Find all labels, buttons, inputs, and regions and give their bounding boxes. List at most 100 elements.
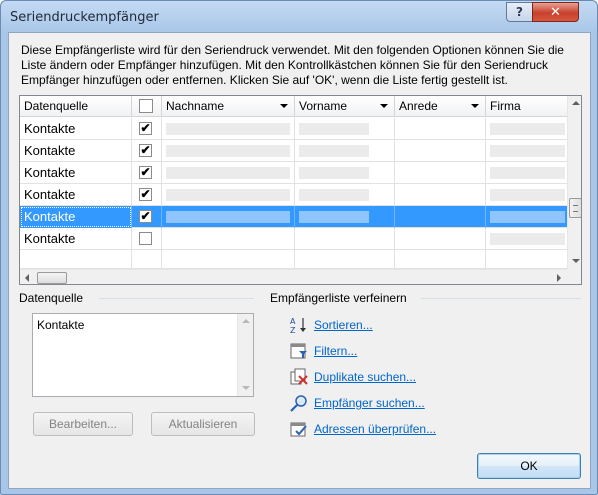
table-row[interactable]: Kontakte ✔: [20, 184, 567, 206]
nachname-cell: [162, 140, 295, 162]
grid-header: Datenquelle Nachname Vorname Anrede Firm…: [20, 96, 567, 117]
datasource-list[interactable]: Kontakte: [32, 313, 254, 397]
row-checkbox[interactable]: ✔: [139, 210, 152, 223]
redacted-value: [166, 145, 290, 157]
sort-dropdown-icon[interactable]: [471, 104, 479, 108]
redacted-value: [299, 123, 369, 135]
svg-text:A: A: [290, 317, 296, 326]
datasource-section-label: Datenquelle: [19, 291, 84, 305]
firma-cell: [486, 228, 567, 250]
redacted-value: [490, 145, 565, 157]
column-header-vorname[interactable]: Vorname: [295, 96, 395, 117]
firma-cell: [486, 184, 567, 206]
datasource-cell: Kontakte: [20, 162, 132, 184]
checkbox-cell: [132, 228, 162, 250]
title-bar[interactable]: Seriendruckempfänger ? ✕: [1, 1, 597, 33]
datasource-cell: Kontakte: [20, 228, 132, 250]
checkbox-cell: ✔: [132, 162, 162, 184]
checkbox-cell: ✔: [132, 140, 162, 162]
horizontal-scrollbar[interactable]: [20, 269, 567, 284]
find-recipient-icon: [290, 395, 307, 412]
refresh-button[interactable]: Aktualisieren: [151, 412, 255, 436]
checkbox-cell: ✔: [132, 118, 162, 140]
row-checkbox[interactable]: [139, 232, 152, 245]
column-header-firma[interactable]: Firma: [486, 96, 567, 117]
redacted-value: [166, 167, 290, 179]
row-checkbox[interactable]: ✔: [139, 122, 152, 135]
table-row[interactable]: Kontakte ✔: [20, 162, 567, 184]
anrede-cell: [395, 118, 486, 140]
firma-cell: [486, 250, 567, 269]
svg-text:Z: Z: [290, 326, 296, 334]
sort-dropdown-icon[interactable]: [280, 104, 288, 108]
vorname-cell: [295, 140, 395, 162]
anrede-cell: [395, 184, 486, 206]
firma-cell: [486, 206, 567, 228]
scroll-right-icon[interactable]: [557, 274, 561, 282]
column-header-anrede[interactable]: Anrede: [395, 96, 486, 117]
firma-cell: [486, 140, 567, 162]
vorname-cell: [295, 250, 395, 269]
firma-cell: [486, 118, 567, 140]
dialog-body: Diese Empfängerliste wird für den Serien…: [8, 32, 591, 489]
redacted-value: [490, 233, 565, 245]
filter-link[interactable]: Filtern...: [314, 344, 357, 358]
datasource-cell: Kontakte: [20, 118, 132, 140]
scroll-thumb[interactable]: [569, 198, 581, 218]
redacted-value: [299, 145, 369, 157]
scroll-down-icon[interactable]: [572, 259, 580, 263]
redacted-value: [299, 189, 369, 201]
validate-addresses-link[interactable]: Adressen überprüfen...: [314, 422, 436, 436]
recipient-grid: Datenquelle Nachname Vorname Anrede Firm…: [19, 95, 582, 285]
redacted-value: [166, 211, 290, 223]
close-button[interactable]: ✕: [532, 2, 579, 22]
sort-link[interactable]: Sortieren...: [314, 318, 373, 332]
anrede-cell: [395, 206, 486, 228]
redacted-value: [299, 211, 369, 223]
scroll-down-icon[interactable]: [242, 386, 250, 390]
duplicates-icon: [290, 368, 308, 385]
checkbox-cell: ✔: [132, 184, 162, 206]
anrede-cell: [395, 162, 486, 184]
datasource-cell: Kontakte: [20, 140, 132, 162]
firma-cell: [486, 162, 567, 184]
redacted-value: [166, 189, 290, 201]
select-all-checkbox[interactable]: [139, 99, 153, 113]
table-row[interactable]: Kontakte: [20, 228, 567, 250]
scroll-left-icon[interactable]: [25, 274, 29, 282]
table-row-selected[interactable]: Kontakte ✔: [20, 206, 567, 228]
column-header-datasource[interactable]: Datenquelle: [20, 96, 132, 117]
scroll-thumb[interactable]: [37, 272, 67, 284]
find-recipient-link[interactable]: Empfänger suchen...: [314, 396, 425, 410]
column-header-nachname[interactable]: Nachname: [162, 96, 295, 117]
row-checkbox[interactable]: ✔: [139, 188, 152, 201]
vorname-cell: [295, 118, 395, 140]
row-checkbox[interactable]: ✔: [139, 166, 152, 179]
scroll-up-icon[interactable]: [572, 101, 580, 105]
row-checkbox[interactable]: ✔: [139, 144, 152, 157]
vertical-scrollbar[interactable]: [567, 96, 581, 269]
table-row[interactable]: [20, 250, 567, 269]
anrede-cell: [395, 140, 486, 162]
scroll-up-icon[interactable]: [242, 319, 250, 323]
edit-button[interactable]: Bearbeiten...: [33, 412, 133, 436]
datasource-cell: [20, 250, 132, 269]
description-text: Diese Empfängerliste wird für den Serien…: [21, 43, 564, 87]
table-row[interactable]: Kontakte ✔: [20, 118, 567, 140]
column-header-select-all[interactable]: [132, 96, 162, 117]
vertical-scrollbar[interactable]: [237, 314, 253, 396]
sort-az-icon: A Z: [290, 317, 306, 334]
sort-dropdown-icon[interactable]: [380, 104, 388, 108]
help-button[interactable]: ?: [506, 2, 533, 22]
nachname-cell: [162, 184, 295, 206]
redacted-value: [166, 123, 290, 135]
datasource-cell: Kontakte: [20, 184, 132, 206]
table-row[interactable]: Kontakte ✔: [20, 140, 567, 162]
nachname-cell: [162, 250, 295, 269]
scrollbar-corner: [567, 269, 581, 284]
ok-button[interactable]: OK: [477, 453, 581, 479]
list-item[interactable]: Kontakte: [37, 318, 84, 332]
refine-section-label: Empfängerliste verfeinern: [270, 291, 407, 305]
checkbox-cell: ✔: [132, 206, 162, 228]
find-duplicates-link[interactable]: Duplikate suchen...: [314, 370, 416, 384]
